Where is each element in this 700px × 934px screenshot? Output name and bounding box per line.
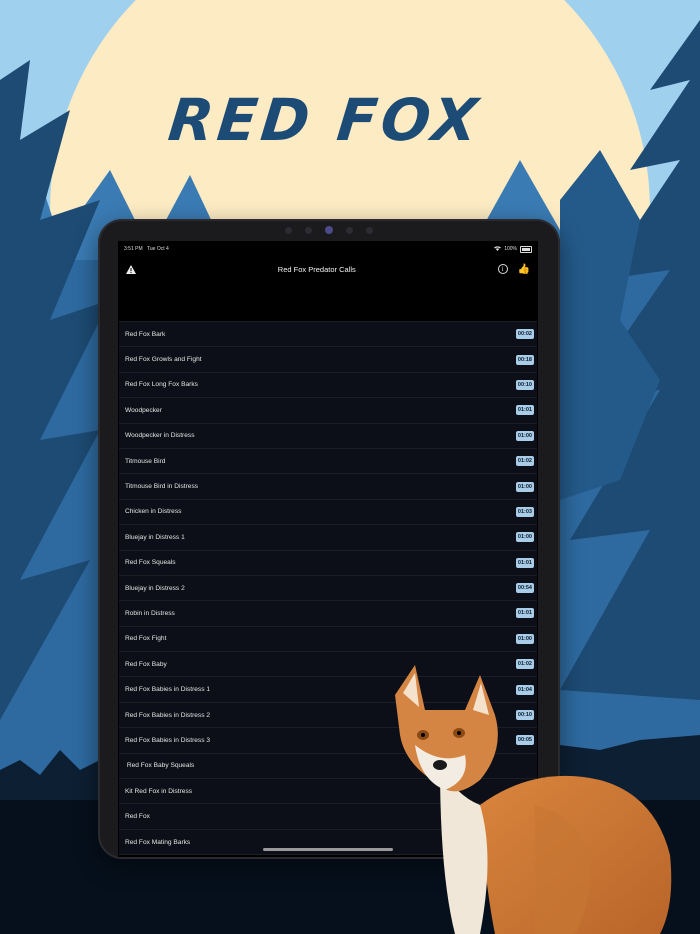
sensor-dot xyxy=(284,226,292,234)
call-row[interactable]: Bluejay in Distress 1 01:00 xyxy=(119,525,537,551)
call-title: Woodpecker xyxy=(125,406,162,414)
call-row[interactable]: Titmouse Bird in Distress 01:00 xyxy=(119,474,537,500)
call-row[interactable]: Red Fox Squeals 01:01 xyxy=(119,551,537,576)
call-row[interactable]: Red Fox Growls and Fight 00:18 xyxy=(119,347,537,373)
warning-icon[interactable] xyxy=(126,264,136,274)
call-title: Bluejay in Distress 1 xyxy=(125,533,185,541)
call-title: Bluejay in Distress 2 xyxy=(125,584,185,592)
call-row[interactable]: Red Fox Bark 00:02 xyxy=(119,322,537,348)
thumbs-up-icon[interactable]: 👍 xyxy=(518,264,530,275)
call-duration-badge: 00:54 xyxy=(515,583,534,594)
call-row[interactable]: Titmouse Bird 01:02 xyxy=(119,449,537,475)
call-row[interactable]: Woodpecker in Distress 01:00 xyxy=(119,424,537,449)
info-icon[interactable]: i xyxy=(497,264,508,274)
call-title: Red Fox Babies in Distress 1 xyxy=(125,686,211,694)
call-duration-badge: 01:00 xyxy=(515,430,534,441)
nav-actions: i 👍 xyxy=(497,264,530,275)
home-indicator xyxy=(263,848,393,851)
call-duration-badge: 01:03 xyxy=(515,506,534,517)
battery-percent: 100% xyxy=(504,246,517,252)
wifi-icon xyxy=(494,245,502,253)
call-row[interactable]: Woodpecker 01:01 xyxy=(119,398,537,424)
call-title: Red Fox Growls and Fight xyxy=(125,356,202,364)
nav-bar: Red Fox Predator Calls i 👍 xyxy=(118,255,538,283)
call-duration-badge: 00:18 xyxy=(515,354,534,365)
promo-headline: RED FOX xyxy=(165,86,485,154)
call-title: Red Fox Babies in Distress 2 xyxy=(125,711,211,719)
call-title: Titmouse Bird in Distress xyxy=(125,483,199,491)
status-time-text: 3:51 PM xyxy=(124,246,143,252)
call-title: Titmouse Bird xyxy=(125,457,166,465)
status-date-text: Tue Oct 4 xyxy=(147,246,169,252)
header-spacer xyxy=(118,283,538,321)
call-duration-badge: 00:02 xyxy=(515,329,534,340)
sensor-dot xyxy=(366,226,374,234)
sensor-dot xyxy=(346,226,354,234)
call-row[interactable]: Bluejay in Distress 2 00:54 xyxy=(119,576,537,602)
call-title: Red Fox Bark xyxy=(125,330,166,338)
call-duration-badge: 01:00 xyxy=(515,532,534,543)
call-duration-badge: 01:00 xyxy=(515,481,534,492)
status-right: 100% xyxy=(494,245,532,253)
status-bar: 3:51 PM Tue Oct 4 100% xyxy=(118,241,538,255)
call-duration-badge: 00:10 xyxy=(515,379,534,390)
call-title: Woodpecker in Distress xyxy=(125,432,195,440)
call-title: Red Fox Mating Barks xyxy=(125,838,191,846)
call-row[interactable]: Robin in Distress 01:01 xyxy=(119,601,537,627)
call-duration-badge: 01:00 xyxy=(515,633,534,644)
call-duration-badge: 01:01 xyxy=(515,405,534,416)
camera-icon xyxy=(324,226,333,234)
call-title: Robin in Distress xyxy=(125,609,175,617)
fox-image xyxy=(395,665,672,934)
battery-icon xyxy=(520,245,532,253)
call-title: Chicken in Distress xyxy=(125,508,182,516)
call-duration-badge: 01:02 xyxy=(515,456,534,467)
call-title: Red Fox Baby Squeals xyxy=(125,762,195,770)
call-title: Red Fox Baby xyxy=(125,660,167,668)
call-row[interactable]: Chicken in Distress 01:03 xyxy=(119,500,537,526)
call-title: Kit Red Fox in Distress xyxy=(125,787,193,795)
call-row[interactable]: Red Fox Long Fox Barks 00:10 xyxy=(119,373,537,399)
sensor-dot xyxy=(304,226,312,234)
status-time: 3:51 PM Tue Oct 4 xyxy=(124,246,169,252)
nav-title: Red Fox Predator Calls xyxy=(277,264,356,274)
camera-bar xyxy=(278,224,380,236)
call-title: Red Fox Long Fox Barks xyxy=(125,381,198,389)
call-duration-badge: 01:01 xyxy=(515,608,534,619)
call-title: Red Fox Fight xyxy=(125,635,167,643)
call-title: Red Fox Babies in Distress 3 xyxy=(125,736,211,744)
call-title: Red Fox xyxy=(125,813,150,821)
call-row[interactable]: Red Fox Fight 01:00 xyxy=(119,627,537,653)
call-duration-badge: 01:01 xyxy=(515,557,534,568)
call-title: Red Fox Squeals xyxy=(125,559,176,567)
